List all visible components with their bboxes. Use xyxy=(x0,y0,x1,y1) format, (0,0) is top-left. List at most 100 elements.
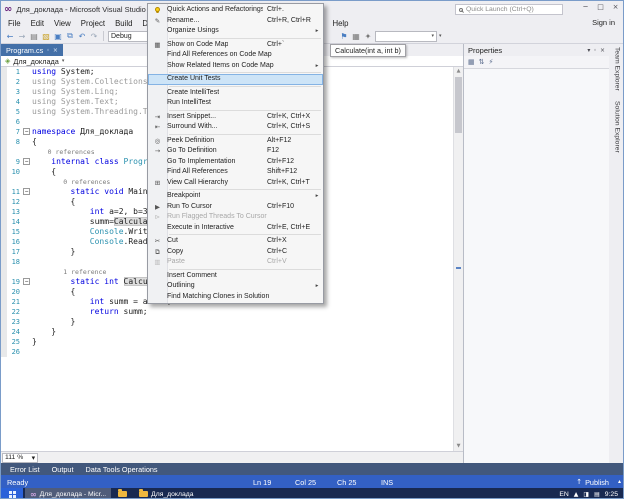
run-flag-icon[interactable]: ⚑ xyxy=(339,32,349,41)
clock[interactable]: 9:25 xyxy=(605,491,618,498)
start-button[interactable] xyxy=(1,488,23,499)
network-icon[interactable]: ◨ xyxy=(583,491,589,498)
context-item-show-on-code-map[interactable]: ▦Show on Code MapCtrl+` xyxy=(148,40,323,51)
menu-item-label: Find All References on Code Map xyxy=(167,50,272,61)
volume-icon[interactable]: ▤ xyxy=(594,491,600,498)
context-item-create-intellitest[interactable]: Create IntelliTest xyxy=(148,88,323,99)
context-item-organize-usings[interactable]: Organize Usings▸ xyxy=(148,26,323,37)
context-item-create-unit-tests[interactable]: Create Unit Tests xyxy=(148,74,323,85)
submenu-arrow-icon: ▸ xyxy=(313,281,321,292)
maximize-button[interactable]: □ xyxy=(593,1,608,14)
context-item-view-call-hierarchy[interactable]: ⊞View Call HierarchyCtrl+K, Ctrl+T xyxy=(148,178,323,189)
code-line[interactable]: 26 xyxy=(1,347,453,357)
collapse-region-icon[interactable]: − xyxy=(23,128,30,135)
context-item-find-matching-clones-in-solution[interactable]: Find Matching Clones in Solution xyxy=(148,292,323,303)
context-item-rename[interactable]: ✎Rename...Ctrl+R, Ctrl+R xyxy=(148,16,323,27)
panel-tab-data-tools-operations[interactable]: Data Tools Operations xyxy=(80,465,164,474)
code-map-icon[interactable]: ▦ xyxy=(351,32,361,41)
menu-file[interactable]: File xyxy=(3,19,26,28)
expand-panel-icon[interactable]: ▴ xyxy=(618,478,621,485)
save-icon[interactable]: ▣ xyxy=(53,32,63,41)
language-indicator[interactable]: EN xyxy=(559,491,568,498)
pin-icon[interactable]: ◦ xyxy=(46,47,50,54)
taskbar-button-для-доклада[interactable]: Для_доклада xyxy=(134,488,198,499)
side-tab-solution-explorer[interactable]: Solution Explorer xyxy=(614,101,621,153)
tab-program-cs[interactable]: Program.cs ◦ × xyxy=(1,44,63,56)
collapse-region-icon[interactable]: − xyxy=(23,188,30,195)
fold-margin: − xyxy=(22,157,32,167)
context-item-run-intellitest[interactable]: Run IntelliTest xyxy=(148,98,323,109)
menu-view[interactable]: View xyxy=(49,19,76,28)
panel-tab-error-list[interactable]: Error List xyxy=(4,465,46,474)
code-line[interactable]: 24 } xyxy=(1,327,453,337)
toolbar-search-combo[interactable]: ▾ xyxy=(375,31,437,42)
minimize-button[interactable]: ─ xyxy=(578,1,593,14)
context-item-surround-with[interactable]: ⇤Surround With...Ctrl+K, Ctrl+S xyxy=(148,122,323,133)
redo-icon[interactable]: ↷ xyxy=(89,32,99,41)
quick-launch-placeholder: Quick Launch (Ctrl+Q) xyxy=(466,6,534,13)
close-icon[interactable]: × xyxy=(600,47,605,54)
save-all-icon[interactable]: ⧉ xyxy=(65,31,75,41)
taskbar-button-для-доклада-micr[interactable]: ∞Для_доклада - Micr... xyxy=(25,488,111,499)
context-item-cut[interactable]: ✂CutCtrl+X xyxy=(148,236,323,247)
menu-item-shortcut: Ctrl+K, Ctrl+X xyxy=(263,112,313,123)
context-item-paste[interactable]: ▥PasteCtrl+V xyxy=(148,257,323,268)
forward-icon[interactable]: → xyxy=(17,32,27,41)
toolbar-overflow-icon[interactable]: ▾ xyxy=(439,33,442,39)
context-item-breakpoint[interactable]: Breakpoint▸ xyxy=(148,191,323,202)
context-item-find-all-references[interactable]: Find All ReferencesShift+F12 xyxy=(148,167,323,178)
context-item-insert-comment[interactable]: Insert Comment xyxy=(148,271,323,282)
context-item-outlining[interactable]: Outlining▸ xyxy=(148,281,323,292)
close-button[interactable]: × xyxy=(608,1,623,14)
snippet-icon: ⇥ xyxy=(148,112,167,123)
back-icon[interactable]: ← xyxy=(5,32,15,41)
context-item-run-flagged-threads-to-cursor[interactable]: ⊳Run Flagged Threads To Cursor xyxy=(148,212,323,223)
context-item-insert-snippet[interactable]: ⇥Insert Snippet...Ctrl+K, Ctrl+X xyxy=(148,112,323,123)
hidden-icons-chevron[interactable]: ▲ xyxy=(574,491,579,498)
context-item-find-all-references-on-code-map[interactable]: Find All References on Code Map xyxy=(148,50,323,61)
context-item-copy[interactable]: ⧉CopyCtrl+C xyxy=(148,247,323,258)
scrollbar-thumb[interactable] xyxy=(455,77,462,133)
open-file-icon[interactable]: ▧ xyxy=(41,32,51,41)
alphabetical-icon[interactable]: ⇅ xyxy=(479,58,485,66)
context-item-go-to-implementation[interactable]: Go To ImplementationCtrl+F12 xyxy=(148,157,323,168)
panel-tab-output[interactable]: Output xyxy=(46,465,80,474)
zoom-combo[interactable]: 111 % ▾ xyxy=(2,453,38,463)
context-item-go-to-definition[interactable]: →Go To DefinitionF12 xyxy=(148,146,323,157)
collapse-region-icon[interactable]: − xyxy=(23,278,30,285)
find-icon[interactable]: ✦ xyxy=(363,32,373,41)
context-item-show-related-items-on-code-map[interactable]: Show Related Items on Code Map▸ xyxy=(148,61,323,72)
quick-launch-input[interactable]: Quick Launch (Ctrl+Q) xyxy=(455,4,563,15)
pin-icon[interactable]: ◦ xyxy=(593,47,597,54)
menu-edit[interactable]: Edit xyxy=(26,19,49,28)
menu-project[interactable]: Project xyxy=(76,19,110,28)
nav-project-dropdown[interactable]: Для_доклада xyxy=(13,57,58,66)
scroll-up-icon[interactable]: ▲ xyxy=(454,67,463,76)
code-token: return xyxy=(90,307,119,316)
window-menu-icon[interactable]: ▾ xyxy=(587,47,590,54)
tab-close-icon[interactable]: × xyxy=(53,47,58,54)
editor-vertical-scrollbar[interactable]: ▲ ▼ xyxy=(453,67,463,451)
undo-icon[interactable]: ↶ xyxy=(77,32,87,41)
menu-item-label: Run To Cursor xyxy=(167,202,212,213)
context-item-peek-definition[interactable]: ◎Peek DefinitionAlt+F12 xyxy=(148,136,323,147)
code-token: { xyxy=(32,167,56,176)
context-item-execute-in-interactive[interactable]: Execute in InteractiveCtrl+E, Ctrl+E xyxy=(148,223,323,234)
context-item-quick-actions-and-refactorings[interactable]: Quick Actions and Refactorings...Ctrl+. xyxy=(148,5,323,16)
taskbar-button-1[interactable] xyxy=(113,488,132,499)
code-line[interactable]: 25} xyxy=(1,337,453,347)
collapse-region-icon[interactable]: − xyxy=(23,158,30,165)
sign-in-button[interactable]: Sign in xyxy=(592,18,615,27)
new-file-icon[interactable]: ▤ xyxy=(29,32,39,41)
code-line[interactable]: 23 } xyxy=(1,317,453,327)
context-item-run-to-cursor[interactable]: ▶Run To CursorCtrl+F10 xyxy=(148,202,323,213)
menu-build[interactable]: Build xyxy=(110,19,137,28)
menu-help[interactable]: Help xyxy=(327,19,353,28)
scroll-down-icon[interactable]: ▼ xyxy=(454,442,463,451)
categorized-icon[interactable]: ▦ xyxy=(468,58,475,66)
publish-button[interactable]: ↑ Publish xyxy=(576,478,609,487)
side-tab-team-explorer[interactable]: Team Explorer xyxy=(614,47,621,91)
events-icon[interactable]: ⚡ xyxy=(489,58,494,66)
publish-up-icon: ↑ xyxy=(576,478,582,486)
code-line[interactable]: 22 return summ; xyxy=(1,307,453,317)
